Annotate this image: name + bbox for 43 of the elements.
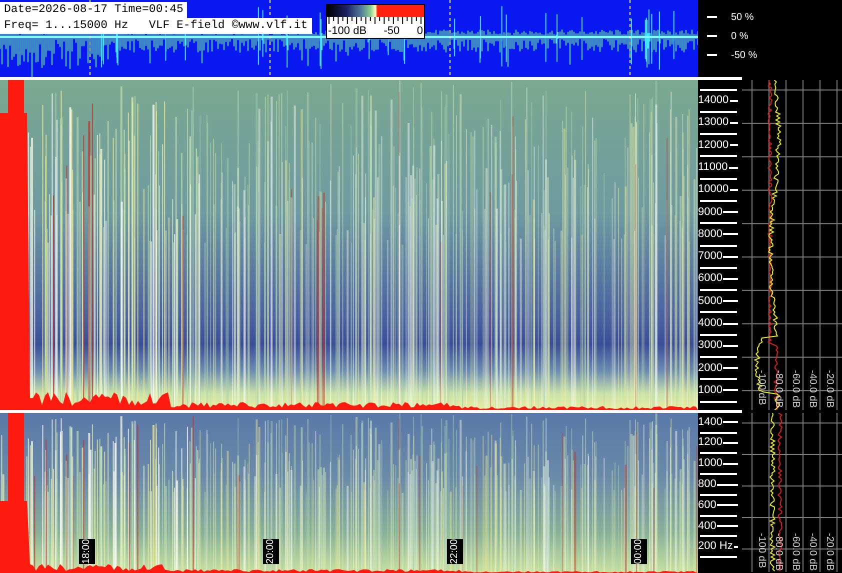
frequency-tick-label: 400 <box>698 520 716 532</box>
scale-label: -100 dB <box>328 25 367 38</box>
info-text: Date=2026-08-17 Time=00:45 <box>0 2 188 18</box>
amplitude-tick-label: 0 % <box>731 30 748 44</box>
info-text: Freq= 1...15000 Hz VLF E-field ©www.vlf.it <box>0 18 312 34</box>
frequency-tick-label: 600 <box>698 500 716 511</box>
db-tick-label: -20.0 dB <box>824 370 835 408</box>
frequency-tick-label: 1000 <box>698 458 722 470</box>
frequency-tick-label: 11000 <box>698 162 728 174</box>
db-tick-label: -80.0 dB <box>773 370 784 408</box>
scale-label: -50 <box>384 25 400 38</box>
time-label: 18:00 <box>79 539 95 564</box>
frequency-tick-label: 9000 <box>698 206 722 218</box>
frequency-tick-label: 7000 <box>698 251 722 262</box>
db-tick-label: -60.0 dB <box>790 533 801 571</box>
frequency-tick-label: 800 <box>698 479 716 490</box>
frequency-tick-label: 6000 <box>698 273 722 284</box>
db-tick-label: -60.0 dB <box>790 370 801 408</box>
db-tick-label: -100 dB <box>756 533 767 570</box>
frequency-tick-label: 8000 <box>698 228 722 240</box>
frequency-tick-label: 1000 <box>698 384 722 396</box>
frequency-tick-label: 200 Hz <box>698 541 733 552</box>
db-tick-label: -40.0 dB <box>807 533 818 571</box>
frequency-tick-label: 4000 <box>698 318 722 330</box>
frequency-tick-label: 13000 <box>698 117 729 128</box>
time-label: 22:00 <box>447 539 463 564</box>
frequency-tick-label: 1400 <box>698 416 722 428</box>
frequency-tick-label: 14000 <box>698 95 729 106</box>
amplitude-tick-label: -50 % <box>731 48 758 62</box>
frequency-tick-label: 3000 <box>698 340 722 352</box>
frequency-tick-label: 2000 <box>698 362 722 374</box>
time-label: 00:00 <box>631 539 647 564</box>
frequency-tick-label: 5000 <box>698 296 722 307</box>
db-tick-label: -80.0 dB <box>773 533 784 571</box>
db-tick-label: -40.0 dB <box>807 370 818 408</box>
amplitude-tick-label: 50 % <box>731 10 754 24</box>
db-tick-label: -20.0 dB <box>824 533 835 571</box>
time-label: 20:00 <box>263 539 279 564</box>
frequency-tick-label: 1200 <box>698 437 722 448</box>
frequency-tick-label: 12000 <box>698 140 729 151</box>
scale-label: 0 <box>416 25 423 38</box>
db-tick-label: -100 dB <box>756 370 767 408</box>
frequency-tick-label: 10000 <box>698 184 729 196</box>
